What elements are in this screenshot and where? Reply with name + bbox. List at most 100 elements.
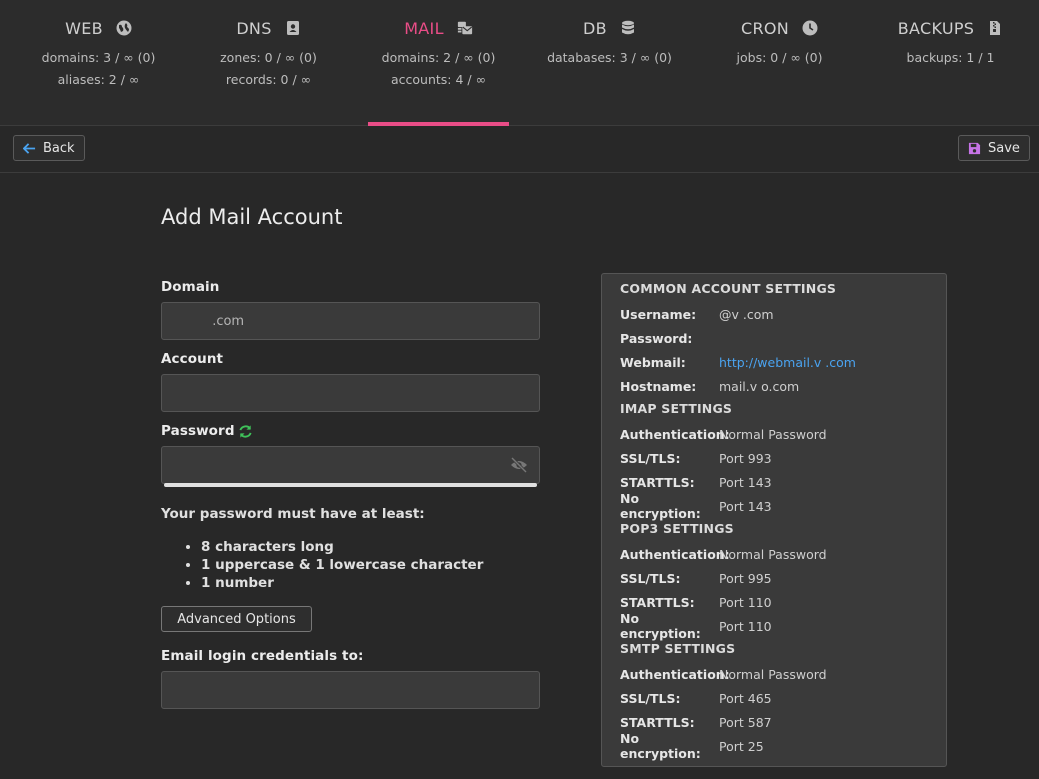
tab-stat: domains: 2 / ∞ (0) — [381, 50, 496, 65]
requirement-item: 1 number — [201, 574, 483, 592]
password-label: Password — [161, 423, 235, 439]
back-label: Back — [43, 140, 75, 156]
setting-value: Port 110 — [719, 594, 772, 610]
save-button[interactable]: Save — [958, 135, 1030, 161]
imap-row: SSL/TLS: Port 993 — [620, 448, 772, 468]
file-archive-icon — [990, 21, 1001, 35]
tab-stat: aliases: 2 / ∞ — [57, 72, 140, 87]
tab-label: MAIL — [404, 18, 444, 38]
address-book-icon — [286, 21, 299, 35]
setting-value: Port 465 — [719, 690, 772, 706]
setting-value: Port 143 — [719, 498, 772, 514]
setting-value: Normal Password — [719, 666, 827, 682]
tab-label: DNS — [236, 18, 272, 38]
setting-key: STARTTLS: — [620, 594, 695, 610]
domain-field[interactable] — [161, 302, 540, 340]
setting-key: Hostname: — [620, 378, 697, 394]
advanced-options-button[interactable]: Advanced Options — [161, 606, 312, 632]
password-row: Password: — [620, 328, 719, 348]
setting-key: SSL/TLS: — [620, 690, 681, 706]
setting-key: STARTTLS: — [620, 474, 695, 490]
account-settings-panel: COMMON ACCOUNT SETTINGS Username: @v .com… — [601, 273, 947, 767]
back-button[interactable]: Back — [13, 135, 85, 161]
setting-value: Port 995 — [719, 570, 772, 586]
page-title: Add Mail Account — [161, 205, 343, 229]
pop3-row: Authentication: Normal Password — [620, 544, 827, 564]
requirement-item: 8 characters long — [201, 538, 483, 556]
toolbar: Back Save — [0, 127, 1039, 173]
imap-settings-title: IMAP SETTINGS — [620, 401, 733, 416]
hostname-value: mail.v o.com — [719, 378, 800, 394]
mail-bulk-icon — [457, 21, 472, 35]
setting-value: Port 993 — [719, 450, 772, 466]
setting-key: Authentication: — [620, 546, 730, 562]
tab-stat: databases: 3 / ∞ (0) — [547, 50, 672, 65]
password-field[interactable] — [161, 446, 540, 484]
setting-key: Webmail: — [620, 354, 686, 370]
advanced-options-label: Advanced Options — [177, 611, 296, 627]
pop3-row: No encryption: Port 110 — [620, 611, 772, 641]
imap-row: STARTTLS: Port 143 — [620, 472, 772, 492]
setting-key: No encryption: — [620, 491, 701, 521]
arrow-left-icon — [23, 142, 36, 154]
tab-stat: records: 0 / ∞ — [225, 72, 312, 87]
smtp-row: SSL/TLS: Port 465 — [620, 688, 772, 708]
database-icon — [621, 20, 634, 35]
email-credentials-field[interactable] — [161, 671, 540, 709]
setting-value: Normal Password — [719, 546, 827, 562]
webmail-link[interactable]: http://webmail.v .com — [719, 355, 856, 370]
setting-key: STARTTLS: — [620, 714, 695, 730]
tab-stat: jobs: 0 / ∞ (0) — [736, 50, 823, 65]
smtp-row: STARTTLS: Port 587 — [620, 712, 772, 732]
clock-icon — [802, 20, 818, 36]
tab-label: WEB — [65, 18, 103, 38]
setting-key: No encryption: — [620, 731, 701, 761]
tab-label: DB — [583, 18, 607, 38]
setting-key: No encryption: — [620, 611, 701, 641]
setting-key: SSL/TLS: — [620, 450, 681, 466]
eye-slash-icon[interactable] — [510, 457, 528, 473]
domain-label: Domain — [161, 279, 220, 295]
requirement-item: 1 uppercase & 1 lowercase character — [201, 556, 483, 574]
setting-key: Authentication: — [620, 426, 730, 442]
setting-value: Port 110 — [719, 618, 772, 634]
imap-row: Authentication: Normal Password — [620, 424, 827, 444]
account-label: Account — [161, 351, 224, 367]
hostname-row: Hostname: mail.v o.com — [620, 376, 799, 396]
smtp-row: Authentication: Normal Password — [620, 664, 827, 684]
pop3-row: STARTTLS: Port 110 — [620, 592, 772, 612]
smtp-row: No encryption: Port 25 — [620, 731, 764, 761]
smtp-settings-title: SMTP SETTINGS — [620, 641, 736, 656]
setting-key: Authentication: — [620, 666, 730, 682]
tab-dns[interactable]: DNS zones: 0 / ∞ (0) records: 0 / ∞ — [198, 0, 339, 126]
tab-stat: domains: 3 / ∞ (0) — [41, 50, 156, 65]
tab-mail[interactable]: MAIL domains: 2 / ∞ (0) accounts: 4 / ∞ — [368, 0, 509, 126]
password-requirements-title: Your password must have at least: — [161, 506, 425, 522]
setting-key: Password: — [620, 330, 693, 346]
tab-stat: zones: 0 / ∞ (0) — [220, 50, 317, 65]
tab-stat: accounts: 4 / ∞ — [390, 72, 487, 87]
save-label: Save — [988, 140, 1020, 156]
setting-value: Port 143 — [719, 474, 772, 490]
username-row: Username: @v .com — [620, 304, 774, 324]
tab-db[interactable]: DB databases: 3 / ∞ (0) — [539, 0, 680, 126]
tab-web[interactable]: WEB domains: 3 / ∞ (0) aliases: 2 / ∞ — [28, 0, 169, 126]
pop3-row: SSL/TLS: Port 995 — [620, 568, 772, 588]
refresh-icon[interactable] — [238, 424, 253, 439]
setting-key: SSL/TLS: — [620, 570, 681, 586]
save-icon — [968, 142, 981, 154]
tab-cron[interactable]: CRON jobs: 0 / ∞ (0) — [709, 0, 850, 126]
webmail-row: Webmail: http://webmail.v .com — [620, 352, 856, 372]
setting-value: Port 587 — [719, 714, 772, 730]
tab-label: BACKUPS — [897, 18, 975, 38]
tab-stat: backups: 1 / 1 — [906, 50, 995, 65]
common-settings-title: COMMON ACCOUNT SETTINGS — [620, 281, 837, 296]
globe-icon — [116, 20, 132, 36]
setting-key: Username: — [620, 306, 697, 322]
top-navigation: WEB domains: 3 / ∞ (0) aliases: 2 / ∞ DN… — [0, 0, 1039, 126]
username-value: @v .com — [719, 306, 774, 322]
tab-label: CRON — [740, 18, 790, 38]
tab-backups[interactable]: BACKUPS backups: 1 / 1 — [880, 0, 1021, 126]
account-field[interactable] — [161, 374, 540, 412]
pop3-settings-title: POP3 SETTINGS — [620, 521, 734, 536]
